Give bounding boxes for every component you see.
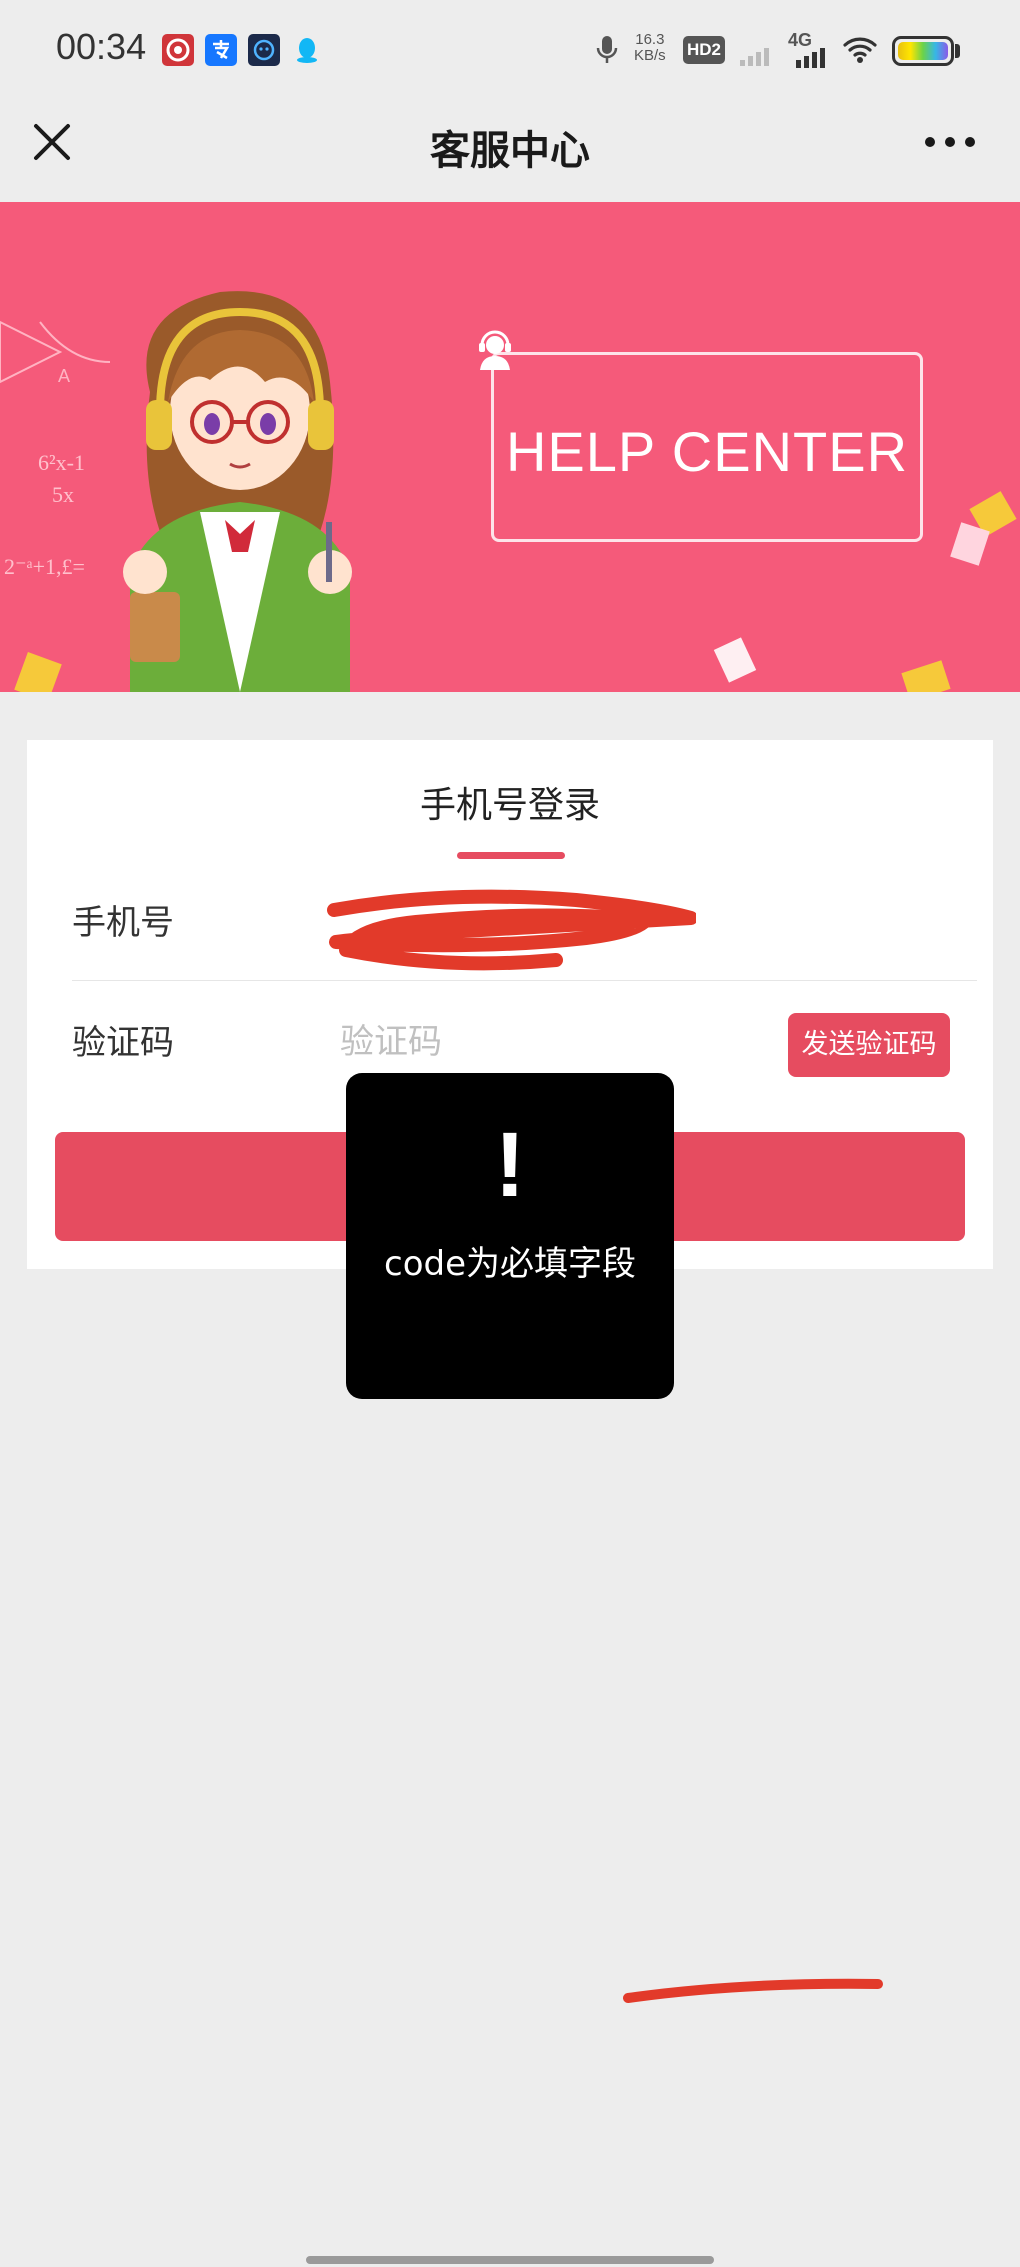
net-speed-unit: KB/s [634, 47, 666, 64]
help-center-banner: A 6²x-1 5x 2⁻ᵃ+1,£= HELP CENTER [0, 202, 1020, 692]
login-tab-title[interactable]: 手机号登录 [27, 776, 993, 828]
net-speed: 16.3 KB/s [634, 32, 666, 64]
navigation-bar: 客服中心 [0, 100, 1020, 202]
field-divider [72, 980, 977, 981]
phone-label: 手机号 [72, 903, 174, 943]
svg-text:A: A [58, 366, 70, 386]
qq-icon [291, 34, 323, 66]
redaction-scribble [327, 889, 696, 971]
microphone-icon [596, 34, 618, 70]
help-center-title: HELP CENTER [505, 420, 909, 483]
confetti-shape [14, 652, 62, 692]
tab-active-indicator [457, 852, 565, 859]
confetti-shape [713, 637, 757, 683]
customer-service-icon [474, 328, 516, 372]
toast-message: code为必填字段 [384, 1244, 636, 1284]
confetti-shape [950, 522, 990, 566]
more-icon[interactable] [920, 120, 980, 164]
alipay-icon [205, 34, 237, 66]
send-code-button[interactable]: 发送验证码 [788, 1013, 950, 1077]
error-toast: ! code为必填字段 [346, 1073, 674, 1399]
page-title: 客服中心 [430, 128, 590, 174]
formula-text-3: 2⁻ᵃ+1,£= [4, 554, 85, 579]
target-app-icon [162, 34, 194, 66]
confetti-shape [901, 660, 951, 692]
status-bar: 00:34 16.3 KB/s HD2 4G [0, 0, 1020, 100]
signal-bars-icon [740, 44, 776, 70]
formula-text-1: 6²x-1 [38, 450, 85, 475]
formula-text-2: 5x [52, 482, 74, 507]
smart-app-icon [248, 34, 280, 66]
status-time: 00:34 [56, 26, 147, 67]
battery-icon [892, 36, 954, 66]
annotation-line [623, 1978, 883, 2003]
hd-badge: HD2 [683, 36, 726, 64]
net-speed-value: 16.3 [635, 31, 665, 48]
mascot-illustration [123, 291, 352, 692]
battery-tip [955, 44, 960, 58]
code-input[interactable] [340, 1012, 780, 1072]
warning-icon: ! [494, 1114, 526, 1216]
code-label: 验证码 [72, 1023, 174, 1063]
wifi-icon [842, 34, 878, 68]
help-center-frame: HELP CENTER [491, 352, 923, 542]
signal-strength-icon [796, 46, 830, 72]
home-indicator[interactable] [306, 2256, 714, 2264]
